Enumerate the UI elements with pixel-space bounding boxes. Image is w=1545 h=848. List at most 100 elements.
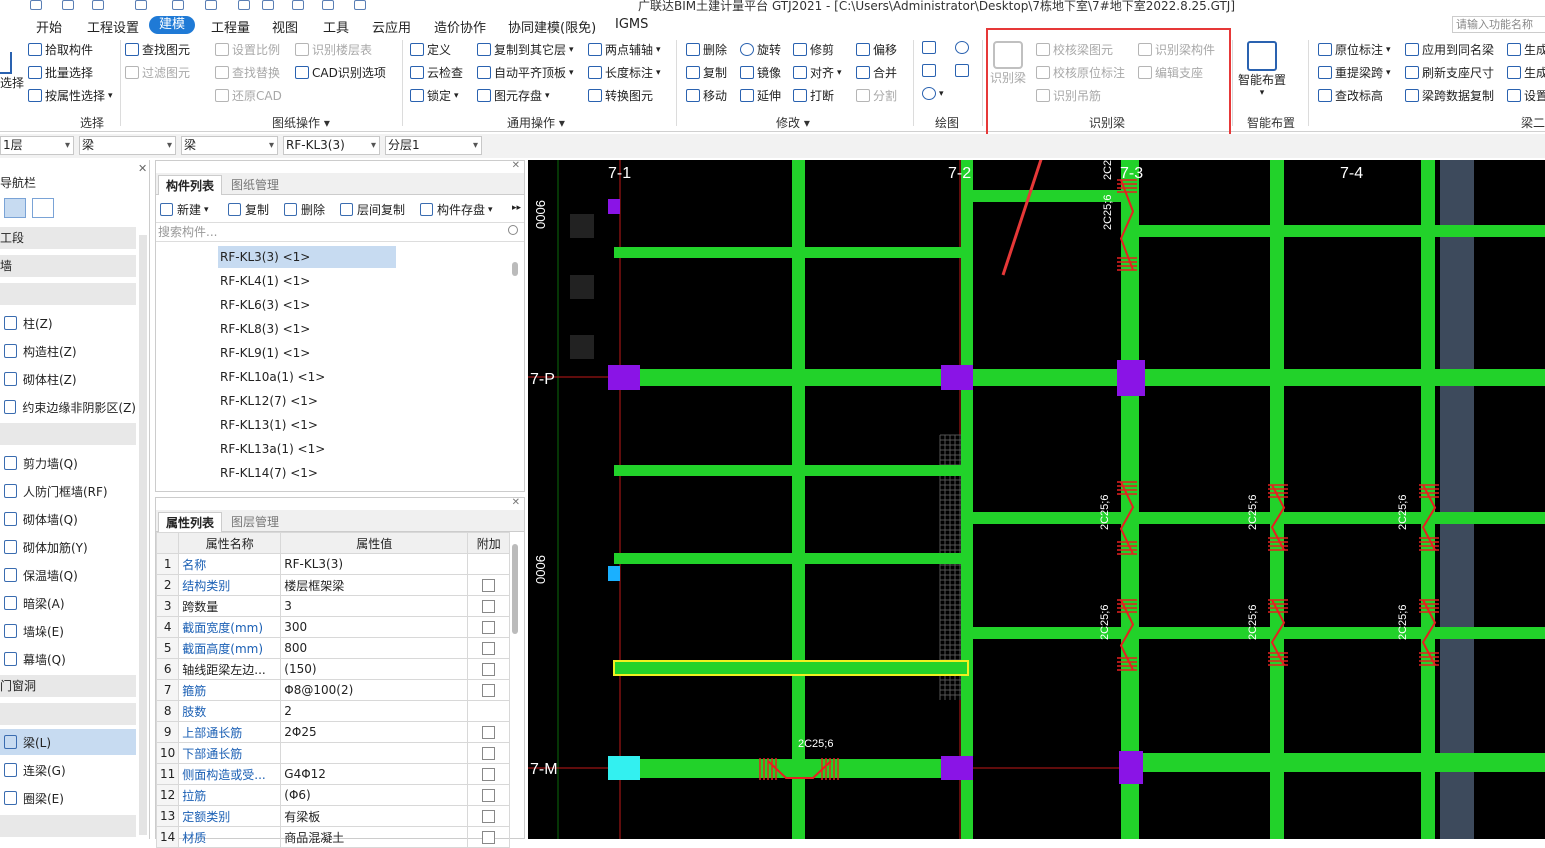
tab-property-list[interactable]: 属性列表 xyxy=(158,512,223,532)
drawing-canvas[interactable]: 7-1 7-2 7-3 7-4 7-P 7-M 9000 9000 2C25;6 2C25;6 2C… xyxy=(528,160,1545,839)
nav-item-column[interactable]: 柱(Z) xyxy=(0,310,136,336)
check-elevation-button[interactable]: 查改标高 xyxy=(1318,87,1383,104)
prop-extra[interactable] xyxy=(467,763,511,785)
property-row[interactable]: 9 上部通长筋 2Φ25 xyxy=(155,721,511,743)
copy-component-button[interactable]: 复制 xyxy=(228,201,269,218)
find-replace-button[interactable]: 查找替换 xyxy=(215,64,280,81)
prop-checkbox[interactable] xyxy=(482,789,496,802)
nav-header-column-group[interactable] xyxy=(0,283,136,305)
filter-element-button[interactable]: 过滤图元 xyxy=(125,64,190,81)
layer-copy-button[interactable]: 层间复制 xyxy=(340,201,405,218)
nav-item-masonry-rebar[interactable]: 砌体加筋(Y) xyxy=(0,534,136,560)
function-search-input[interactable]: 请输入功能名称 xyxy=(1452,16,1545,33)
nav-item-shear-wall[interactable]: 剪力墙(Q) xyxy=(0,450,136,476)
export-icon[interactable] xyxy=(238,0,250,10)
length-dim-button[interactable]: 长度标注 ▾ xyxy=(588,64,661,81)
prop-extra[interactable] xyxy=(467,826,511,848)
property-row[interactable]: 7 箍筋 Φ8@100(2) xyxy=(155,679,511,701)
property-row[interactable]: 4 截面宽度(mm) 300 xyxy=(155,616,511,638)
prop-value[interactable]: (Φ6) xyxy=(280,784,469,806)
nav-item-hidden-beam[interactable]: 暗梁(A) xyxy=(0,590,136,616)
draw-line-button[interactable] xyxy=(922,64,939,77)
smart-layout-button[interactable]: 智能布置 ▾ xyxy=(1238,41,1286,98)
apply-same-name-button[interactable]: 应用到同名梁 xyxy=(1405,41,1494,58)
group-modify-label[interactable]: 修改 ▾ xyxy=(776,114,810,131)
menu-start[interactable]: 开始 xyxy=(36,17,62,36)
nav-header-section[interactable]: 工段 xyxy=(0,227,136,249)
copy-icon[interactable] xyxy=(292,0,304,10)
component-save-button[interactable]: 构件存盘 ▾ xyxy=(420,201,493,218)
save-element-button[interactable]: 图元存盘 ▾ xyxy=(477,87,550,104)
layer-select[interactable]: 分层1 xyxy=(385,136,482,155)
extend-button[interactable]: 延伸 xyxy=(740,87,781,104)
component-item[interactable]: RF-KL3(3) <1> xyxy=(218,246,396,268)
convert-element-button[interactable]: 转换图元 xyxy=(588,87,653,104)
copy-span-data-button[interactable]: 梁跨数据复制 xyxy=(1405,87,1494,104)
property-row[interactable]: 3 跨数量 3 xyxy=(155,595,511,617)
two-point-axis-button[interactable]: 两点辅轴 ▾ xyxy=(588,41,661,58)
property-row[interactable]: 10 下部通长筋 xyxy=(155,742,511,764)
type-select[interactable]: 梁 xyxy=(79,136,176,155)
define-button[interactable]: 定义 xyxy=(410,41,451,58)
delete-component-button[interactable]: 删除 xyxy=(284,201,325,218)
in-situ-label-button[interactable]: 原位标注 ▾ xyxy=(1318,41,1391,58)
nav-item-wall-pier[interactable]: 墙垛(E) xyxy=(0,618,136,644)
property-row[interactable]: 12 拉筋 (Φ6) xyxy=(155,784,511,806)
nav-header-bottom[interactable] xyxy=(0,815,136,837)
property-row[interactable]: 8 肢数 2 xyxy=(155,700,511,722)
prop-value[interactable]: 商品混凝土 xyxy=(280,826,469,848)
prop-checkbox[interactable] xyxy=(482,600,496,613)
trim-button[interactable]: 修剪 xyxy=(793,41,834,58)
prop-extra[interactable] xyxy=(467,595,511,617)
copy-button[interactable]: 复制 xyxy=(686,64,727,81)
component-item[interactable]: RF-KL9(1) <1> xyxy=(218,342,396,364)
undo-icon[interactable] xyxy=(135,0,147,10)
close-icon[interactable]: ✕ xyxy=(512,160,520,171)
restore-cad-button[interactable]: 还原CAD xyxy=(215,87,282,104)
prop-checkbox[interactable] xyxy=(482,642,496,655)
prop-extra[interactable] xyxy=(467,616,511,638)
prop-checkbox[interactable] xyxy=(482,810,496,823)
window-icon[interactable] xyxy=(354,0,366,10)
rotate-button[interactable]: 旋转 xyxy=(740,41,781,58)
align-button[interactable]: 对齐 ▾ xyxy=(793,64,842,81)
property-row[interactable]: 5 截面高度(mm) 800 xyxy=(155,637,511,659)
nav-scrollbar[interactable] xyxy=(139,235,147,835)
draw-rect-button[interactable] xyxy=(955,64,972,77)
offset-button[interactable]: 偏移 xyxy=(856,41,897,58)
component-item[interactable]: RF-KL14(7) <1> xyxy=(218,462,396,484)
draw-point-button[interactable] xyxy=(922,41,939,54)
new-icon[interactable] xyxy=(92,0,104,10)
identify-floor-table-button[interactable]: 识别楼层表 xyxy=(295,41,372,58)
menu-collab-model[interactable]: 协同建模(限免) xyxy=(508,17,596,36)
prop-extra[interactable] xyxy=(467,679,511,701)
component-search-input[interactable]: 搜索构件... xyxy=(156,222,524,242)
property-row[interactable]: 11 侧面构造或受... G4Φ12 xyxy=(155,763,511,785)
prop-extra[interactable] xyxy=(467,805,511,827)
select-by-attr-button[interactable]: 按属性选择 ▾ xyxy=(28,87,113,104)
prop-extra[interactable] xyxy=(467,721,511,743)
nav-item-beam[interactable]: 梁(L) xyxy=(0,729,136,755)
more-icon[interactable]: ▸▸ xyxy=(512,203,521,213)
settings-icon[interactable] xyxy=(262,0,274,10)
menu-igms[interactable]: IGMS xyxy=(615,17,648,32)
nav-item-civil-door-wall[interactable]: 人防门框墙(RF) xyxy=(0,478,136,504)
prop-checkbox[interactable] xyxy=(482,726,496,739)
paste-icon[interactable] xyxy=(322,0,334,10)
set-scale-button[interactable]: 设置比例 xyxy=(215,41,280,58)
component-item[interactable]: RF-KL10a(1) <1> xyxy=(218,366,396,388)
floor-select[interactable]: 1层 xyxy=(0,136,74,155)
nav-header-door-window[interactable]: 门窗洞 xyxy=(0,675,136,697)
prop-extra[interactable] xyxy=(467,700,511,722)
draw-rotate-point-button[interactable] xyxy=(955,41,972,54)
menu-cost-collab[interactable]: 造价协作 xyxy=(434,17,486,36)
prop-value[interactable]: 2Φ25 xyxy=(280,721,469,743)
draw-arc-button[interactable]: ▾ xyxy=(922,87,944,100)
component-select[interactable]: RF-KL3(3) xyxy=(283,136,380,155)
cad-options-button[interactable]: CAD识别选项 xyxy=(295,64,386,81)
component-scrollbar[interactable] xyxy=(512,262,518,276)
detail-view-icon[interactable] xyxy=(32,198,54,218)
search-icon[interactable] xyxy=(508,225,518,235)
nav-item-curtain-wall[interactable]: 幕墙(Q) xyxy=(0,646,136,672)
prop-checkbox[interactable] xyxy=(482,747,496,760)
